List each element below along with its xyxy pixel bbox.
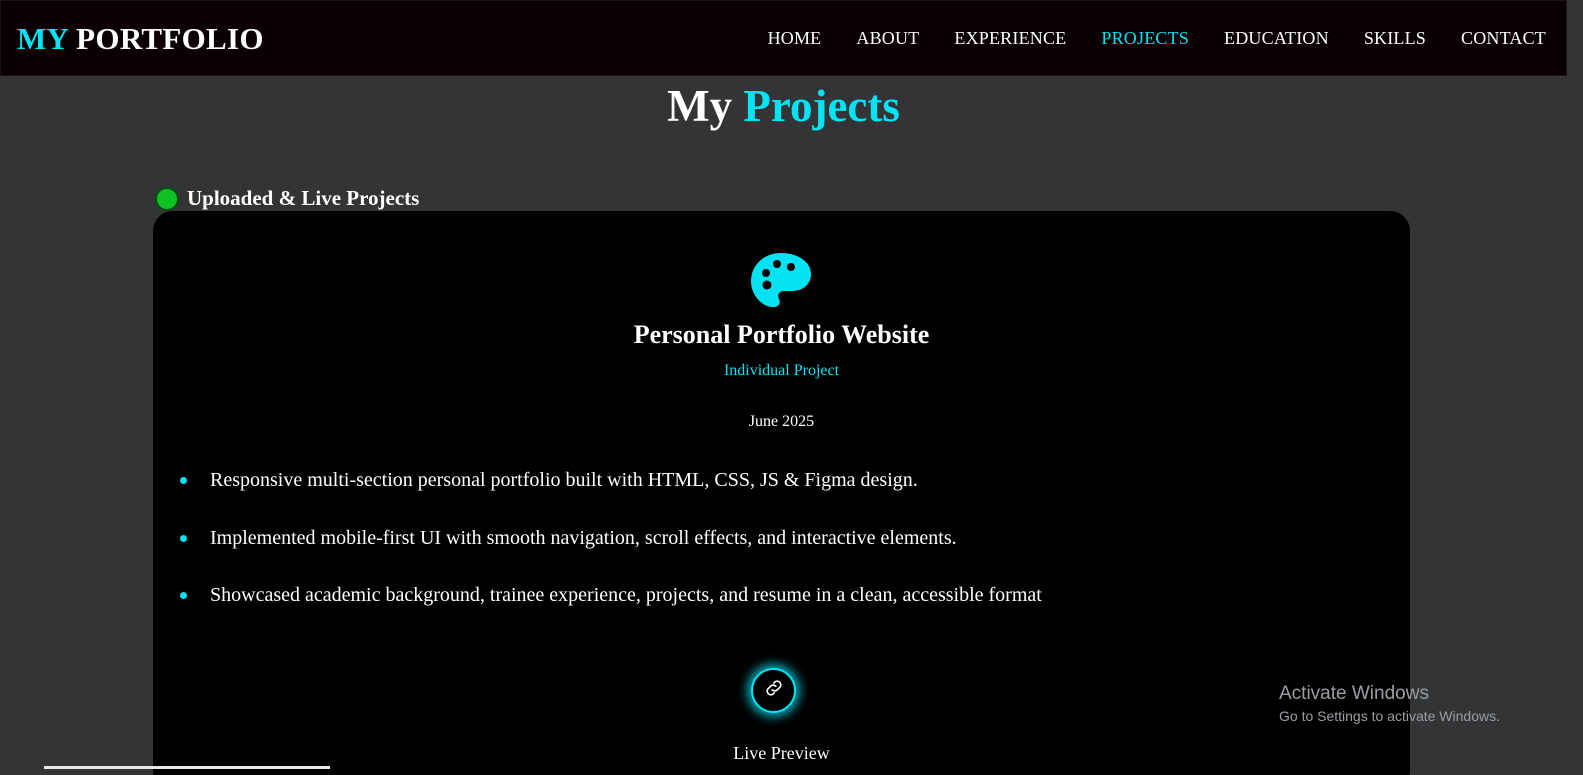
nav-link-skills[interactable]: SKILLS [1364,28,1426,49]
project-title: Personal Portfolio Website [633,320,930,349]
link-icon [763,677,785,704]
bullet-icon [180,534,187,542]
watermark-subtitle: Go to Settings to activate Windows. [1279,708,1500,724]
nav-link-contact[interactable]: CONTACT [1461,28,1546,49]
section-title-accent: Projects [743,81,900,131]
bullet-text: Implemented mobile-first UI with smooth … [210,526,957,549]
project-bullets: Responsive multi-section personal portfo… [180,469,1042,642]
project-type: Individual Project [723,362,840,379]
green-dot-icon [155,186,179,211]
brand-logo[interactable]: MY PORTFOLIO [17,21,264,57]
nav-link-about[interactable]: ABOUT [856,28,919,49]
brand-accent: MY [17,21,69,56]
list-item: Implemented mobile-first UI with smooth … [180,527,1042,585]
nav-links: HOME ABOUT EXPERIENCE PROJECTS EDUCATION… [768,28,1546,49]
project-date: June 2025 [748,413,815,430]
section-title-plain: My [667,81,733,131]
list-item: Responsive multi-section personal portfo… [180,469,1042,527]
live-projects-heading: Uploaded & Live Projects [155,186,419,211]
live-preview-label[interactable]: Live Preview [153,743,1410,764]
section-title: My Projects [0,80,1567,132]
brand-rest: PORTFOLIO [76,21,264,56]
bullet-text: Showcased academic background, trainee e… [210,584,1042,606]
nav-link-projects[interactable]: PROJECTS [1101,28,1189,49]
bullet-icon [180,477,187,484]
live-preview-link-button[interactable] [751,668,796,713]
list-item: Showcased academic background, trainee e… [180,584,1042,642]
palette-icon [749,251,813,315]
scrollbar-indicator [44,766,330,769]
project-card: Personal Portfolio Website Individual Pr… [153,211,1410,775]
nav-link-education[interactable]: EDUCATION [1224,28,1329,49]
nav-link-experience[interactable]: EXPERIENCE [954,28,1066,49]
watermark-title: Activate Windows [1279,683,1429,704]
bullet-text: Responsive multi-section personal portfo… [210,469,918,491]
nav-link-home[interactable]: HOME [768,28,822,49]
activate-windows-watermark: Activate Windows Go to Settings to activ… [1279,683,1500,724]
navbar: MY PORTFOLIO HOME ABOUT EXPERIENCE PROJE… [0,0,1567,76]
live-projects-label: Uploaded & Live Projects [187,186,420,210]
bullet-icon [180,592,187,599]
